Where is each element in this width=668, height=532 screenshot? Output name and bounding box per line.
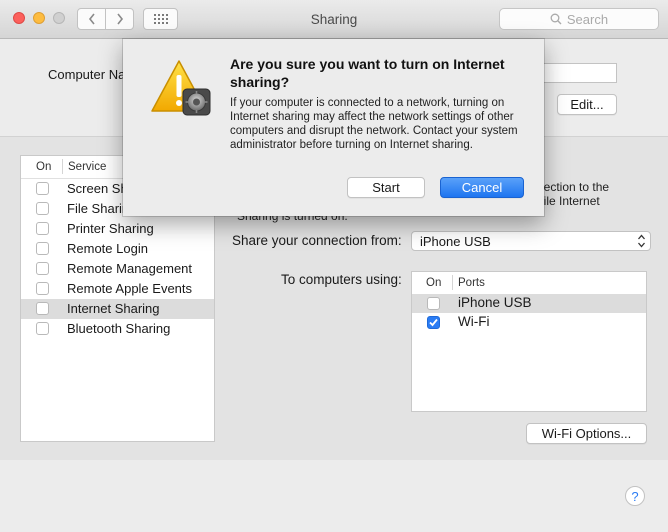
header-on: On — [36, 161, 52, 173]
service-label: Remote Apple Events — [67, 281, 193, 296]
confirmation-dialog: Are you sure you want to turn on Interne… — [123, 39, 544, 216]
service-description: nection to the hile Internet — [537, 180, 609, 208]
title-bar: Sharing Search — [0, 0, 668, 39]
service-label: Bluetooth Sharing — [67, 321, 171, 336]
description-line: hile Internet — [537, 194, 600, 208]
service-label: Remote Login — [67, 241, 148, 256]
ports-list: On Ports iPhone USB Wi-Fi — [411, 271, 647, 412]
footer-area — [0, 460, 668, 532]
help-button[interactable]: ? — [625, 486, 645, 506]
port-checkbox[interactable] — [427, 297, 440, 310]
header-divider — [62, 159, 63, 174]
service-label: Printer Sharing — [67, 221, 154, 236]
to-computers-label: To computers using: — [281, 272, 402, 287]
ports-list-header: On Ports — [412, 272, 646, 295]
header-on: On — [426, 277, 442, 289]
header-service: Service — [68, 161, 107, 173]
checkmark-icon — [429, 318, 438, 327]
search-field[interactable]: Search — [499, 8, 659, 30]
service-checkbox[interactable] — [36, 202, 49, 215]
wifi-options-button[interactable]: Wi-Fi Options... — [526, 423, 647, 444]
share-from-value: iPhone USB — [420, 234, 491, 249]
edit-button[interactable]: Edit... — [557, 94, 617, 115]
service-checkbox[interactable] — [36, 282, 49, 295]
header-divider — [452, 275, 453, 290]
share-from-select[interactable]: iPhone USB — [411, 231, 651, 251]
cancel-button[interactable]: Cancel — [440, 177, 524, 198]
service-row-remote-login[interactable]: Remote Login — [21, 239, 214, 259]
service-row-remote-management[interactable]: Remote Management — [21, 259, 214, 279]
dialog-title: Are you sure you want to turn on Interne… — [230, 56, 505, 90]
service-label: Screen Sh — [67, 181, 128, 196]
service-checkbox[interactable] — [36, 262, 49, 275]
service-row-printer-sharing[interactable]: Printer Sharing — [21, 219, 214, 239]
port-row-iphone-usb[interactable]: iPhone USB — [412, 294, 646, 313]
share-from-label: Share your connection from: — [232, 233, 402, 248]
service-checkbox[interactable] — [36, 322, 49, 335]
description-line: nection to the — [537, 180, 610, 194]
header-ports: Ports — [458, 277, 485, 289]
search-placeholder: Search — [566, 11, 609, 27]
service-label: File Sharin — [67, 201, 130, 216]
service-row-internet-sharing[interactable]: Internet Sharing — [21, 299, 214, 319]
port-label: iPhone USB — [458, 295, 532, 310]
search-icon — [550, 13, 562, 25]
warning-icon — [151, 60, 211, 116]
computer-name-field[interactable] — [537, 63, 617, 83]
port-label: Wi-Fi — [458, 314, 490, 329]
service-checkbox[interactable] — [36, 302, 49, 315]
service-label: Remote Management — [67, 261, 193, 276]
service-checkbox[interactable] — [36, 182, 49, 195]
service-checkbox[interactable] — [36, 242, 49, 255]
port-checkbox[interactable] — [427, 316, 440, 329]
computer-name-label: Computer Na — [48, 67, 126, 82]
service-label: Internet Sharing — [67, 301, 160, 316]
start-button[interactable]: Start — [347, 177, 425, 198]
service-checkbox[interactable] — [36, 222, 49, 235]
service-row-remote-apple-events[interactable]: Remote Apple Events — [21, 279, 214, 299]
dialog-message: If your computer is connected to a netwo… — [230, 97, 518, 151]
service-row-bluetooth-sharing[interactable]: Bluetooth Sharing — [21, 319, 214, 339]
updown-arrows-icon — [637, 232, 646, 252]
port-row-wifi[interactable]: Wi-Fi — [412, 313, 646, 332]
